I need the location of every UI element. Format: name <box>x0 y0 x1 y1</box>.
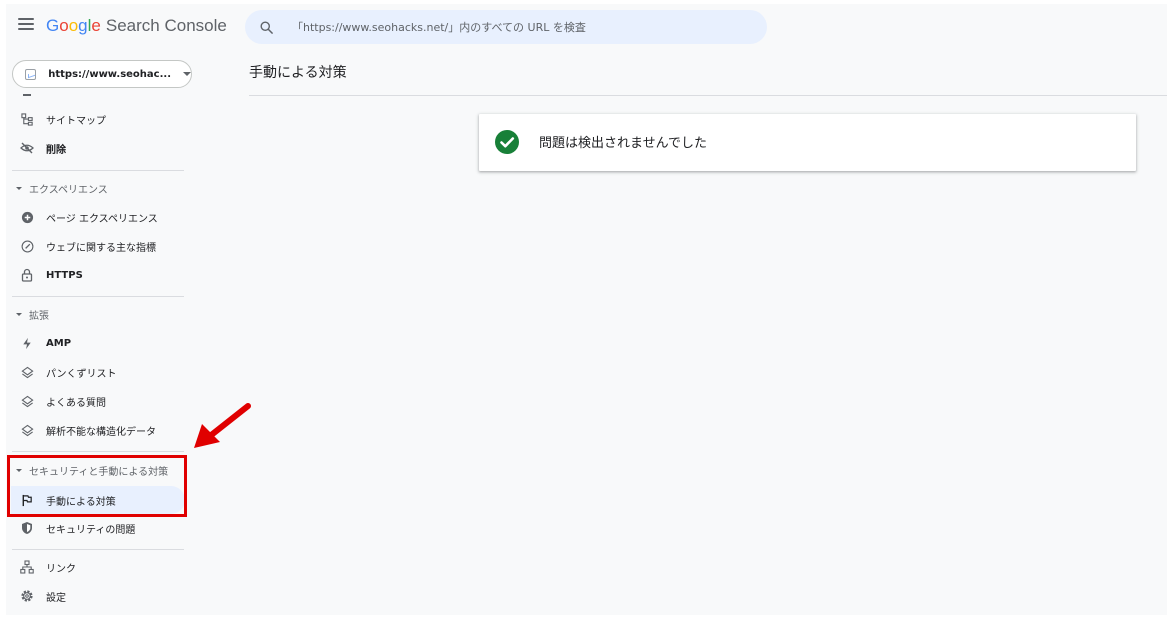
status-card: 問題は検出されませんでした <box>479 114 1136 171</box>
sidebar-item-label: 削除 <box>46 144 66 156</box>
sidebar-item-label: 解析不能な構造化データ <box>46 426 156 438</box>
url-inspection-search[interactable] <box>245 10 767 44</box>
eye-off-icon <box>20 141 34 155</box>
divider <box>12 549 184 550</box>
layers-icon <box>20 394 34 408</box>
section-header-enhancements[interactable]: 拡張 <box>6 302 184 326</box>
hamburger-icon-bar <box>18 23 34 25</box>
scrolled-item-icon <box>23 94 31 96</box>
page-title: 手動による対策 <box>249 65 347 81</box>
sidebar-item-label: HTTPS <box>46 269 83 281</box>
sidebar-item-amp[interactable]: AMP <box>6 329 184 357</box>
sidebar-item-links[interactable]: リンク <box>6 553 184 581</box>
search-input[interactable] <box>290 19 754 35</box>
gear-icon <box>20 589 34 603</box>
sidebar-item-breadcrumbs[interactable]: パンくずリスト <box>6 358 184 386</box>
sidebar-item-label: ウェブに関する主な指標 <box>46 242 156 254</box>
logo-letter: G <box>46 16 60 35</box>
sidebar-item-security-issues[interactable]: セキュリティの問題 <box>6 514 184 542</box>
search-icon <box>260 21 273 34</box>
sidebar-item-settings[interactable]: 設定 <box>6 582 184 610</box>
sidebar-item-unparsable-structured-data[interactable]: 解析不能な構造化データ <box>6 416 184 444</box>
status-message: 問題は検出されませんでした <box>539 136 707 151</box>
app-window: GoogleSearch Console https://www.seohac.… <box>6 4 1167 615</box>
app-logo[interactable]: Google Search Console <box>46 14 227 38</box>
sidebar-item-page-experience[interactable]: ページ エクスペリエンス <box>6 203 184 231</box>
bolt-icon <box>20 336 34 350</box>
lock-icon <box>20 268 34 282</box>
caret-down-icon <box>16 312 22 316</box>
product-name: Search Console <box>105 16 227 35</box>
title-divider <box>249 95 1167 96</box>
shield-icon <box>20 521 34 535</box>
logo-letter: o <box>68 16 79 35</box>
speed-gauge-icon <box>20 239 34 253</box>
section-label: 拡張 <box>29 310 49 322</box>
sidebar-item-label: リンク <box>46 563 76 575</box>
divider <box>12 451 184 452</box>
hamburger-icon-bar <box>18 28 34 30</box>
section-header-experience[interactable]: エクスペリエンス <box>6 176 184 200</box>
section-label: エクスペリエンス <box>29 184 108 196</box>
sidebar-item-removals[interactable]: 削除 <box>6 134 184 162</box>
annotation-highlight-box <box>7 455 187 517</box>
sidebar-item-label: セキュリティの問題 <box>46 524 136 536</box>
sidebar-item-label: サイトマップ <box>46 115 106 127</box>
annotation-arrow-icon <box>194 403 251 448</box>
caret-down-icon <box>16 186 22 190</box>
sidebar-item-sitemaps[interactable]: サイトマップ <box>6 105 184 133</box>
sidebar-item-label: ページ エクスペリエンス <box>46 213 158 225</box>
chevron-down-icon <box>183 72 191 76</box>
sidebar-item-core-web-vitals[interactable]: ウェブに関する主な指標 <box>6 232 184 260</box>
divider <box>12 296 184 297</box>
property-icon <box>25 68 37 80</box>
layers-icon <box>20 423 34 437</box>
logo-letter: o <box>59 16 69 35</box>
links-icon <box>20 560 34 574</box>
sidebar-item-faq[interactable]: よくある質問 <box>6 387 184 415</box>
sidebar-item-label: AMP <box>46 337 72 349</box>
sidebar-item-label: パンくずリスト <box>46 368 117 380</box>
layers-icon <box>20 365 34 379</box>
property-selector[interactable]: https://www.seohac... <box>12 60 192 88</box>
check-circle-icon <box>495 130 519 154</box>
sidebar-item-label: 設定 <box>46 592 66 604</box>
logo-letter: e <box>91 16 101 35</box>
sidebar-item-label: よくある質問 <box>46 397 106 409</box>
main-menu-button[interactable] <box>18 18 34 32</box>
sidebar-item-https[interactable]: HTTPS <box>6 261 184 289</box>
logo-letter: g <box>78 16 88 35</box>
plus-circle-icon <box>20 210 34 224</box>
sitemap-icon <box>20 112 34 126</box>
divider <box>12 170 184 171</box>
hamburger-icon <box>18 18 34 20</box>
property-label: https://www.seohac... <box>48 68 171 80</box>
